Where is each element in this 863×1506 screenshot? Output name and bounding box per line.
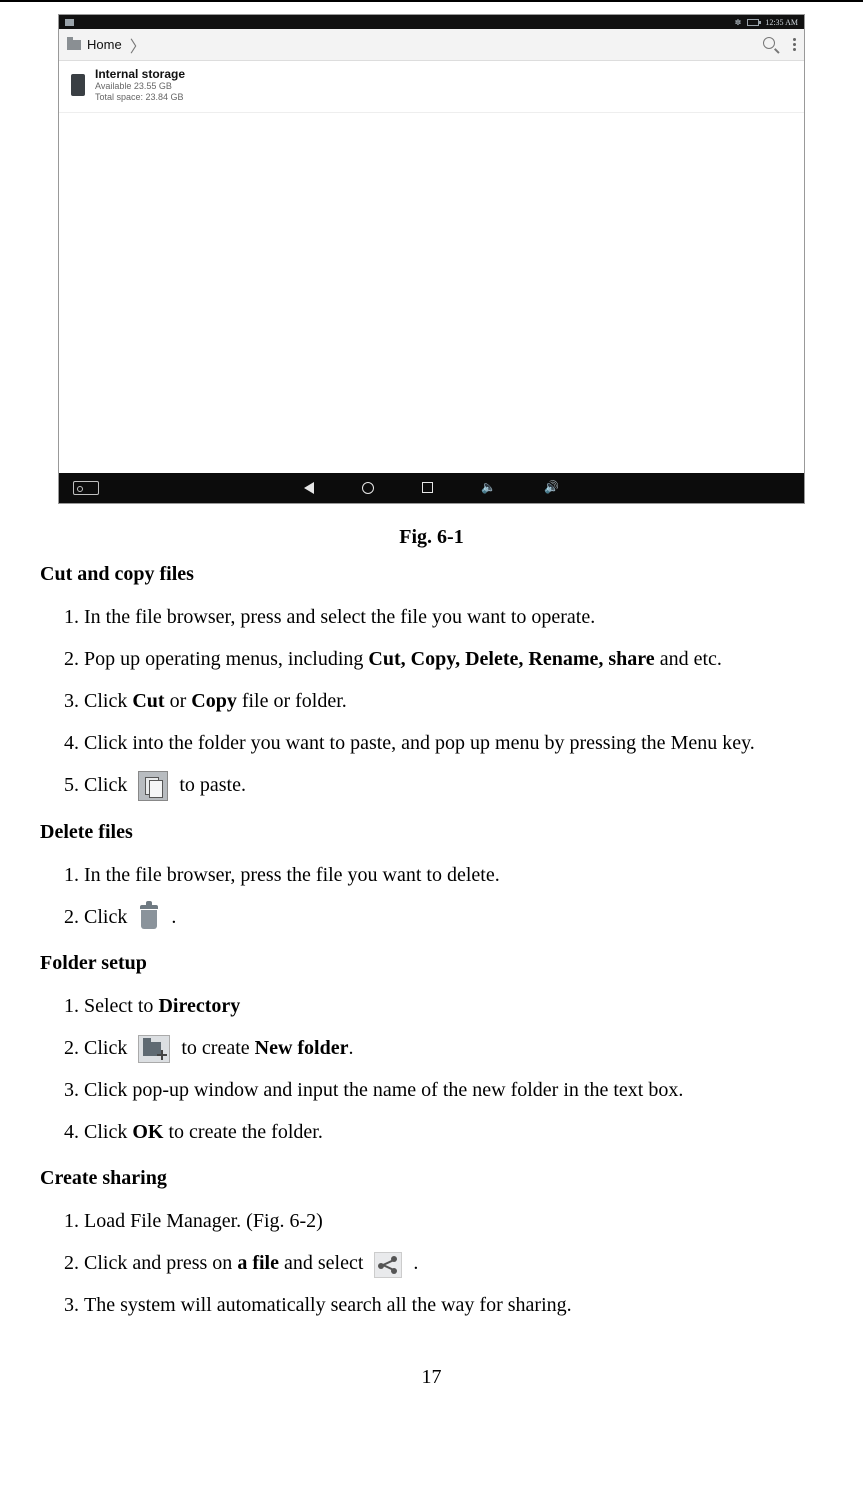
- text: .: [171, 906, 176, 928]
- bold-text: a file: [237, 1252, 279, 1274]
- steps-folder: Select to Directory Click to create New …: [40, 985, 823, 1153]
- appbar-actions: [763, 36, 796, 53]
- steps-cut-copy: In the file browser, press and select th…: [40, 596, 823, 807]
- step-cc-2: Pop up operating menus, including Cut, C…: [84, 638, 823, 680]
- paste-icon: [138, 771, 168, 801]
- step-cc-3: Click Cut or Copy file or folder.: [84, 680, 823, 722]
- notification-icon: [65, 19, 74, 26]
- bold-text: Directory: [158, 995, 240, 1017]
- android-status-bar: ✽ 12:35 AM: [59, 15, 804, 29]
- heading-folder: Folder setup: [40, 952, 823, 975]
- heading-delete: Delete files: [40, 821, 823, 844]
- figure-6-1: ✽ 12:35 AM Home 〉: [58, 14, 805, 549]
- volume-down-icon[interactable]: 🔈: [481, 480, 496, 495]
- text: to paste.: [179, 774, 246, 796]
- chevron-right-icon: 〉: [130, 33, 146, 57]
- back-icon[interactable]: [304, 482, 314, 494]
- battery-icon: [747, 19, 759, 26]
- storage-title: Internal storage: [95, 67, 185, 81]
- step-fld-2: Click to create New folder.: [84, 1027, 823, 1069]
- search-icon[interactable]: [763, 37, 779, 53]
- android-nav-bar: 🔈 🔊: [59, 473, 804, 503]
- steps-sharing: Load File Manager. (Fig. 6-2) Click and …: [40, 1200, 823, 1326]
- step-cc-5: Click to paste.: [84, 764, 823, 807]
- document-page: ✽ 12:35 AM Home 〉: [0, 0, 863, 1429]
- overflow-menu-icon[interactable]: [793, 36, 796, 53]
- step-fld-3: Click pop-up window and input the name o…: [84, 1069, 823, 1111]
- breadcrumb[interactable]: Home 〉: [67, 33, 146, 57]
- text: to create: [181, 1037, 254, 1059]
- bold-text: Cut, Copy, Delete, Rename, share: [368, 648, 654, 670]
- step-cc-4: Click into the folder you want to paste,…: [84, 722, 823, 764]
- home-folder-icon: [67, 40, 81, 50]
- storage-total: Total space: 23.84 GB: [95, 92, 185, 103]
- text: Click and press on: [84, 1252, 237, 1274]
- text: Select to: [84, 995, 158, 1017]
- step-fld-4: Click OK to create the folder.: [84, 1111, 823, 1153]
- text: Click: [84, 906, 132, 928]
- file-list-empty-area: [59, 113, 804, 473]
- text: to create the folder.: [163, 1121, 322, 1143]
- storage-texts: Internal storage Available 23.55 GB Tota…: [95, 67, 185, 104]
- text: Click: [84, 690, 132, 712]
- bold-text: New folder: [255, 1037, 349, 1059]
- text: .: [348, 1037, 353, 1059]
- recents-icon[interactable]: [422, 482, 433, 493]
- step-cc-1: In the file browser, press and select th…: [84, 596, 823, 638]
- heading-sharing: Create sharing: [40, 1167, 823, 1190]
- text: Pop up operating menus, including: [84, 648, 368, 670]
- heading-cut-copy: Cut and copy files: [40, 563, 823, 586]
- bold-text: OK: [132, 1121, 163, 1143]
- steps-delete: In the file browser, press the file you …: [40, 854, 823, 938]
- step-sh-2: Click and press on a file and select .: [84, 1242, 823, 1284]
- text: Click: [84, 774, 132, 796]
- text: file or folder.: [237, 690, 347, 712]
- clock-text: 12:35 AM: [765, 18, 798, 27]
- step-del-2: Click .: [84, 896, 823, 938]
- trash-icon: [138, 905, 160, 931]
- step-sh-1: Load File Manager. (Fig. 6-2): [84, 1200, 823, 1242]
- text: .: [413, 1252, 418, 1274]
- text: and etc.: [655, 648, 722, 670]
- step-fld-1: Select to Directory: [84, 985, 823, 1027]
- bold-text: Copy: [191, 690, 237, 712]
- nav-buttons: 🔈 🔊: [99, 480, 764, 495]
- bold-text: Cut: [132, 690, 164, 712]
- new-folder-icon: [138, 1035, 170, 1063]
- volume-up-icon[interactable]: 🔊: [544, 480, 559, 495]
- app-bar: Home 〉: [59, 29, 804, 61]
- page-number: 17: [40, 1366, 823, 1389]
- breadcrumb-home-label: Home: [87, 37, 122, 52]
- bluetooth-icon: ✽: [735, 18, 742, 27]
- share-icon: [374, 1252, 402, 1278]
- screenshot-thumb-icon[interactable]: [73, 481, 99, 495]
- step-sh-3: The system will automatically search all…: [84, 1284, 823, 1326]
- storage-available: Available 23.55 GB: [95, 81, 185, 92]
- text: Click: [84, 1121, 132, 1143]
- status-right-cluster: ✽ 12:35 AM: [735, 18, 798, 27]
- figure-caption: Fig. 6-1: [58, 526, 805, 549]
- storage-item[interactable]: Internal storage Available 23.55 GB Tota…: [59, 61, 804, 113]
- text: and select: [279, 1252, 368, 1274]
- device-frame: ✽ 12:35 AM Home 〉: [58, 14, 805, 504]
- home-icon[interactable]: [362, 482, 374, 494]
- step-del-1: In the file browser, press the file you …: [84, 854, 823, 896]
- text: or: [165, 690, 192, 712]
- storage-device-icon: [71, 74, 85, 96]
- text: Click: [84, 1037, 132, 1059]
